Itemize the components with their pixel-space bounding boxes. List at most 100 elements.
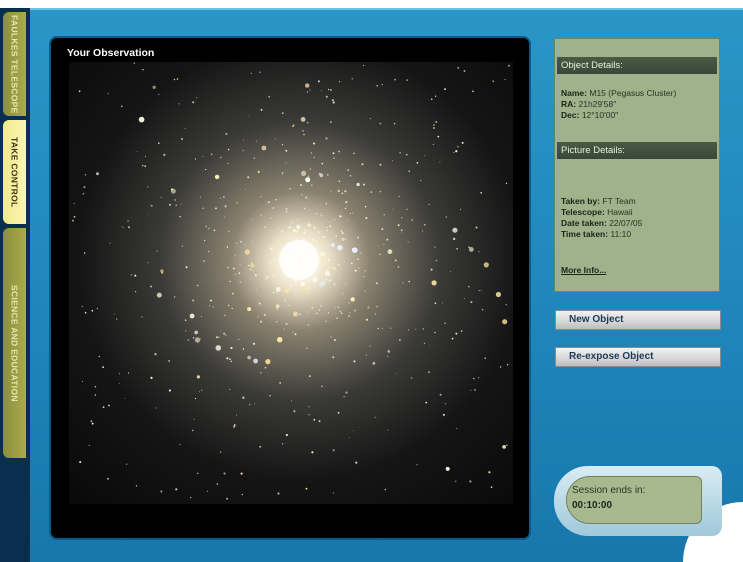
- star: [223, 472, 226, 475]
- star: [344, 190, 347, 193]
- star: [194, 330, 198, 335]
- star: [303, 207, 306, 210]
- star: [301, 194, 303, 196]
- star: [196, 375, 200, 379]
- star: [311, 184, 313, 186]
- star: [347, 169, 349, 171]
- star: [337, 245, 343, 251]
- star: [303, 231, 306, 234]
- star: [340, 312, 343, 315]
- star: [354, 269, 357, 272]
- star: [442, 413, 445, 416]
- star: [369, 345, 371, 347]
- tab-label: FAULKES TELESCOPE: [9, 14, 20, 114]
- star: [273, 258, 276, 260]
- star: [344, 207, 347, 210]
- star: [342, 293, 344, 295]
- star: [387, 429, 389, 431]
- more-info-link[interactable]: More Info...: [561, 265, 606, 275]
- star: [226, 357, 229, 360]
- star: [291, 221, 294, 224]
- star: [455, 480, 457, 482]
- star: [281, 230, 284, 233]
- star: [453, 237, 456, 240]
- star: [339, 81, 341, 83]
- star: [327, 245, 329, 247]
- reexpose-object-button[interactable]: Re-expose Object: [555, 347, 721, 367]
- star: [345, 205, 347, 207]
- star: [264, 255, 266, 257]
- observation-title: Your Observation: [67, 47, 155, 59]
- star: [247, 355, 251, 360]
- session-timer-value: 00:10:00: [572, 500, 613, 511]
- star: [313, 418, 316, 421]
- star: [397, 266, 400, 268]
- star: [256, 289, 257, 291]
- star: [181, 245, 184, 247]
- star: [282, 443, 284, 445]
- tab-science-and-education[interactable]: SCIENCE AND EDUCATION: [3, 228, 26, 458]
- star: [300, 282, 305, 287]
- star: [84, 311, 87, 314]
- star: [318, 420, 321, 423]
- star: [328, 274, 331, 277]
- star: [308, 414, 310, 416]
- star: [374, 313, 376, 315]
- star: [333, 339, 336, 341]
- star: [158, 93, 160, 95]
- star: [333, 157, 335, 159]
- star: [290, 220, 293, 222]
- star: [102, 366, 104, 369]
- star: [505, 304, 507, 306]
- star: [256, 140, 258, 142]
- star: [392, 207, 394, 209]
- star: [383, 214, 385, 216]
- star: [323, 263, 324, 265]
- tab-faulkes-telescope[interactable]: FAULKES TELESCOPE: [3, 12, 26, 116]
- star: [271, 245, 274, 248]
- star: [405, 153, 408, 156]
- star: [90, 420, 93, 422]
- star: [142, 69, 144, 71]
- star: [223, 332, 226, 335]
- star: [478, 290, 480, 292]
- star: [192, 337, 195, 339]
- star: [317, 80, 320, 83]
- star: [475, 226, 478, 229]
- star: [299, 313, 301, 316]
- star: [356, 258, 359, 261]
- star: [215, 345, 222, 351]
- star: [96, 172, 99, 176]
- star: [294, 333, 297, 336]
- star: [102, 406, 105, 409]
- star: [365, 318, 368, 321]
- star: [433, 127, 435, 129]
- star: [178, 103, 180, 105]
- star: [401, 217, 403, 219]
- star: [355, 461, 358, 464]
- star: [327, 312, 329, 314]
- star: [372, 361, 376, 365]
- star: [306, 347, 308, 349]
- star: [185, 266, 188, 269]
- star: [94, 394, 96, 396]
- star: [181, 138, 183, 140]
- star: [333, 246, 335, 248]
- star: [463, 70, 466, 72]
- star: [258, 302, 261, 305]
- star: [264, 366, 267, 369]
- star: [285, 162, 287, 164]
- object-name-value: M15 (Pegasus Cluster): [589, 88, 677, 98]
- star: [300, 184, 302, 187]
- star: [326, 226, 328, 229]
- tab-take-control[interactable]: TAKE CONTROL: [3, 120, 26, 224]
- star: [318, 309, 321, 311]
- star: [259, 274, 261, 276]
- telescope-label: Telescope:: [561, 207, 605, 217]
- star: [267, 254, 269, 256]
- star: [196, 284, 199, 287]
- star: [281, 112, 284, 114]
- new-object-button[interactable]: New Object: [555, 310, 721, 330]
- star: [334, 307, 336, 309]
- star: [259, 71, 261, 73]
